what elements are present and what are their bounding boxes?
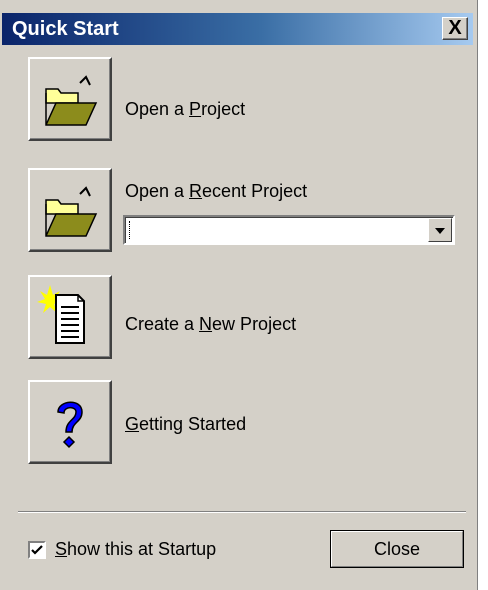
getting-started-button[interactable] — [28, 380, 112, 464]
quick-start-dialog: Quick Start X Open a Project Open a Rece… — [0, 0, 478, 590]
getting-started-label[interactable]: Getting Started — [125, 414, 246, 435]
open-folder-icon — [45, 75, 98, 126]
window-title: Quick Start — [12, 18, 119, 40]
open-folder-icon — [45, 186, 98, 237]
new-document-icon — [37, 285, 85, 344]
window-close-button[interactable]: X — [442, 17, 468, 40]
open-project-label[interactable]: Open a Project — [125, 99, 245, 120]
close-icon: X — [448, 17, 462, 39]
chevron-down-icon[interactable] — [428, 218, 452, 242]
text-caret — [129, 221, 131, 239]
open-recent-project-button[interactable] — [28, 168, 112, 252]
checkmark-icon — [31, 545, 43, 555]
close-button-label: Close — [331, 531, 463, 567]
footer-separator — [18, 511, 466, 513]
open-project-button[interactable] — [28, 57, 112, 141]
title-bar[interactable]: Quick Start X — [2, 13, 473, 45]
show-at-startup-checkbox[interactable] — [28, 541, 46, 559]
show-at-startup-label[interactable]: Show this at Startup — [55, 539, 216, 560]
close-button[interactable]: Close — [330, 530, 464, 568]
create-new-project-button[interactable] — [28, 275, 112, 359]
open-recent-project-label[interactable]: Open a Recent Project — [125, 181, 307, 202]
recent-project-combobox[interactable] — [123, 215, 455, 245]
create-new-project-label[interactable]: Create a New Project — [125, 314, 296, 335]
help-question-icon — [57, 401, 83, 449]
